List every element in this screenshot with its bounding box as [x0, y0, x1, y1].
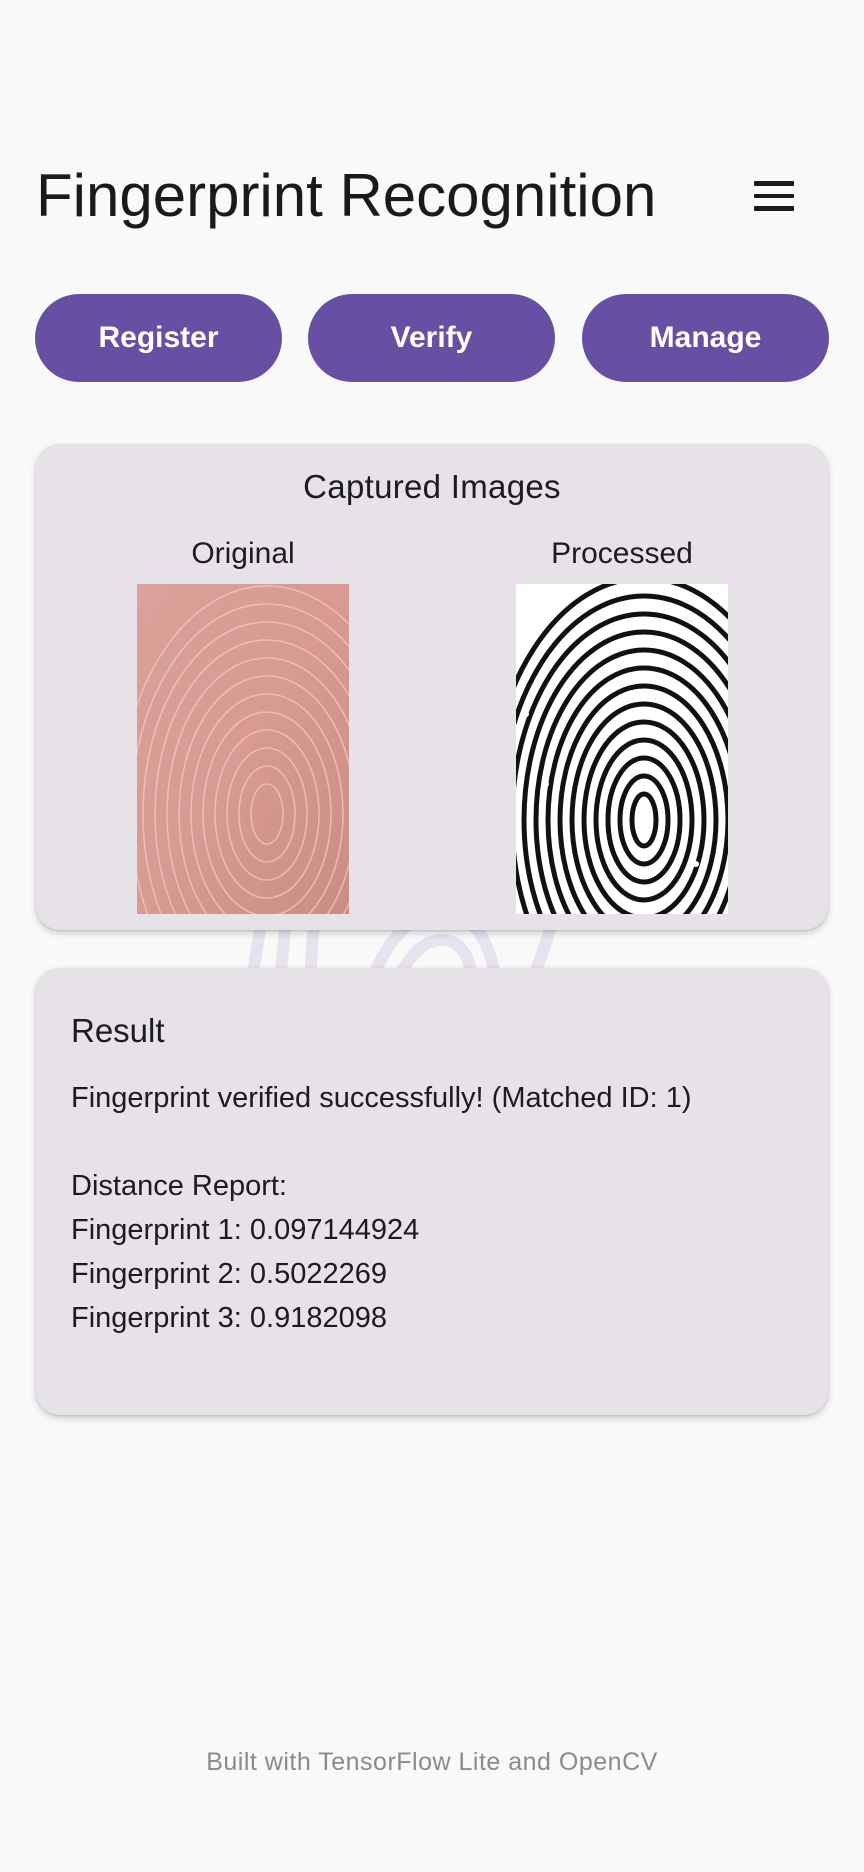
- hamburger-menu-icon[interactable]: [744, 168, 804, 224]
- menu-bar: [754, 206, 794, 211]
- processed-fingerprint-image: [516, 584, 728, 914]
- page-title: Fingerprint Recognition: [36, 162, 657, 229]
- result-body: Fingerprint verified successfully! (Matc…: [71, 1076, 692, 1340]
- result-title: Result: [71, 1012, 165, 1049]
- result-message: Fingerprint verified successfully! (Matc…: [71, 1082, 692, 1114]
- captured-images-title: Captured Images: [303, 468, 561, 505]
- original-image-column: Original: [137, 534, 349, 914]
- distance-line: Fingerprint 3: 0.9182098: [71, 1302, 387, 1334]
- original-label: Original: [191, 537, 295, 570]
- captured-images-card: Captured Images Original Processed: [36, 444, 828, 930]
- manage-button[interactable]: Manage: [582, 294, 829, 382]
- distance-report-heading: Distance Report:: [71, 1170, 287, 1202]
- app-header: Fingerprint Recognition: [36, 160, 836, 232]
- app-screen: Fingerprint Recognition Register Verify …: [0, 0, 864, 1872]
- action-button-row: Register Verify Manage: [35, 294, 830, 382]
- verify-button[interactable]: Verify: [308, 294, 555, 382]
- distance-line: Fingerprint 2: 0.5022269: [71, 1258, 387, 1290]
- footer-credit: Built with TensorFlow Lite and OpenCV: [206, 1748, 658, 1776]
- register-button[interactable]: Register: [35, 294, 282, 382]
- processed-label: Processed: [551, 537, 693, 570]
- processed-image-column: Processed: [516, 534, 728, 914]
- menu-bar: [754, 181, 794, 186]
- original-fingerprint-image: [137, 584, 349, 914]
- menu-bar: [754, 193, 794, 199]
- result-card: Result Fingerprint verified successfully…: [36, 968, 828, 1415]
- distance-line: Fingerprint 1: 0.097144924: [71, 1214, 420, 1246]
